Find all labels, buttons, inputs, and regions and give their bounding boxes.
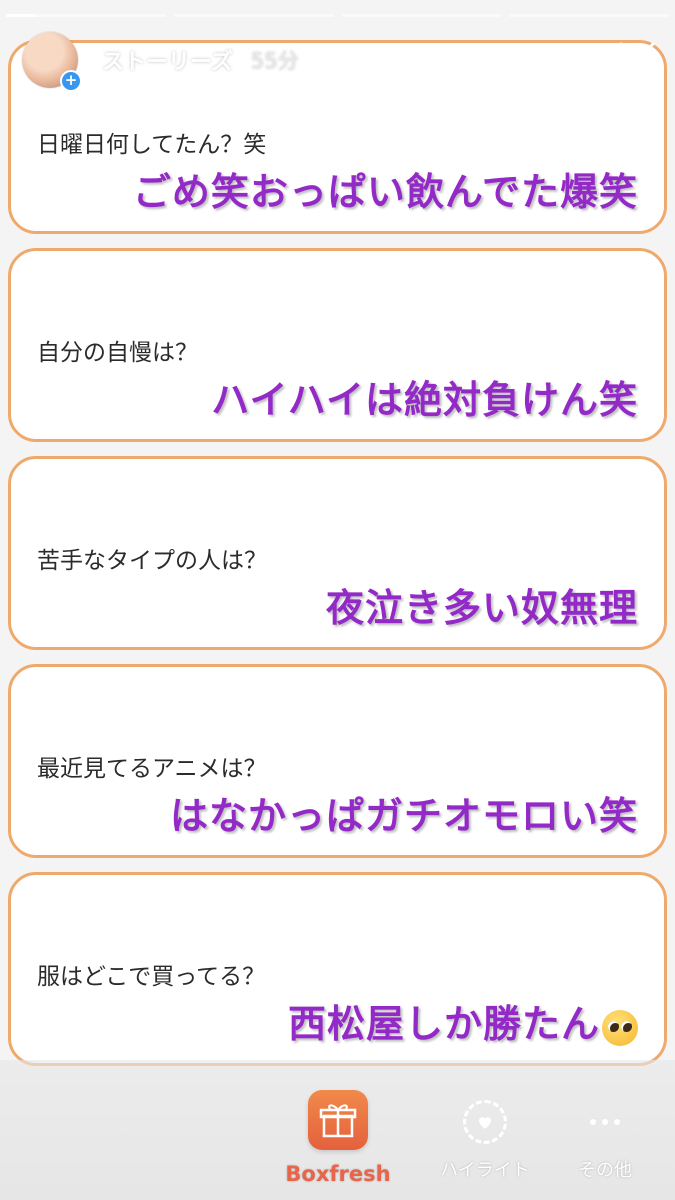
progress-segment <box>6 14 166 17</box>
answer-text-with-emoji: 西松屋しか勝たん <box>288 993 638 1048</box>
answer-text: ごめ笑おっぱい飲んでた爆笑 <box>132 169 638 214</box>
progress-segment <box>509 14 669 17</box>
question-card: 苦手なタイプの人は？ 夜泣き多い奴無理 <box>8 456 667 650</box>
question-text: 苦手なタイプの人は？ <box>37 548 267 574</box>
answer-text: 夜泣き多い奴無理 <box>325 585 638 630</box>
close-button[interactable] <box>615 38 659 82</box>
gift-box-icon <box>308 1090 368 1150</box>
more-label: その他 <box>578 1160 632 1181</box>
bottom-action-bar: Boxfresh ハイライト その他 <box>0 1060 675 1200</box>
question-text: 日曜日何してたん？笑 <box>37 132 267 158</box>
close-icon[interactable] <box>615 38 659 82</box>
username[interactable]: ストーリーズ <box>102 44 233 76</box>
avatar[interactable]: + <box>22 32 82 92</box>
answer-text: はなかっぱガチオモロい笑 <box>169 793 638 838</box>
post-time: 55分 <box>250 49 299 73</box>
highlight-icon <box>463 1100 507 1144</box>
progress-segment <box>173 14 334 17</box>
question-card: 服はどこで買ってる？ 西松屋しか勝たん <box>8 872 667 1066</box>
pleading-face-icon <box>602 1009 638 1046</box>
highlight-button[interactable]: ハイライト <box>430 1100 540 1182</box>
question-card: 自分の自慢は？ ハイハイは絶対負けん笑 <box>8 248 667 442</box>
boxfresh-button[interactable]: Boxfresh <box>280 1090 396 1186</box>
progress-segment <box>341 14 502 17</box>
add-story-icon[interactable]: + <box>60 70 82 92</box>
question-text: 最近見てるアニメは？ <box>37 756 267 782</box>
story-header: + ストーリーズ 55分 <box>22 30 659 92</box>
question-cards: 日曜日何してたん？笑 ごめ笑おっぱい飲んでた爆笑 自分の自慢は？ ハイハイは絶対… <box>8 40 667 1080</box>
answer-text: ハイハイは絶対負けん笑 <box>211 377 638 422</box>
story-progress-bar <box>6 14 669 18</box>
question-card: 最近見てるアニメは？ はなかっぱガチオモロい笑 <box>8 664 667 858</box>
highlight-label: ハイライト <box>440 1160 530 1181</box>
question-text: 服はどこで買ってる？ <box>37 964 266 990</box>
more-button[interactable]: その他 <box>560 1100 650 1182</box>
answer-text: 西松屋しか勝たん <box>287 1001 600 1046</box>
more-dots-icon <box>560 1100 650 1144</box>
boxfresh-label: Boxfresh <box>285 1162 391 1186</box>
question-text: 自分の自慢は？ <box>37 340 198 366</box>
